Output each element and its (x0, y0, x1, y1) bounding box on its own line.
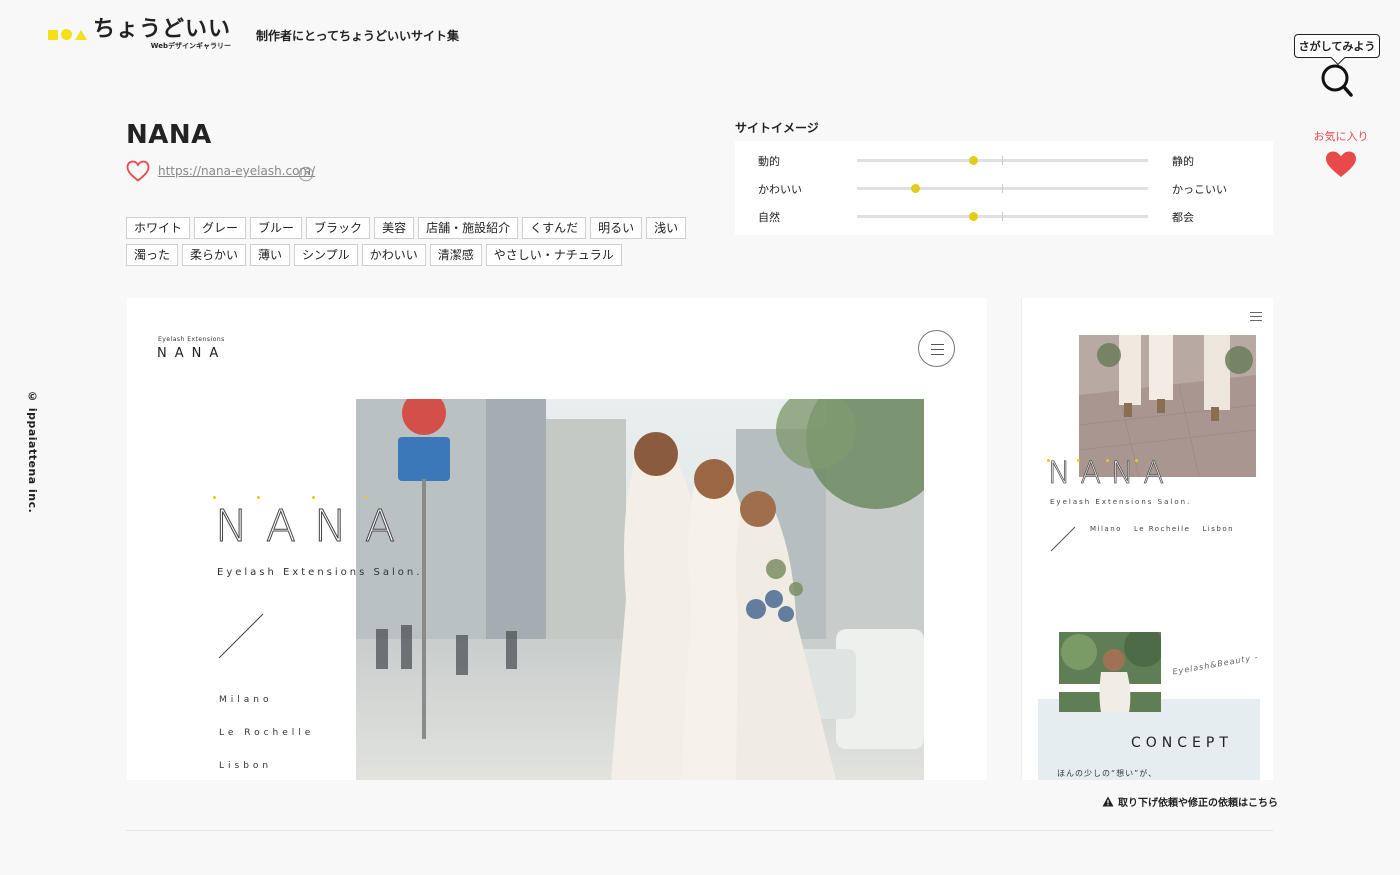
site-title: NANA (126, 120, 212, 150)
copyright-text: © ippaiattena inc. (26, 390, 39, 514)
meter-right-label: 都会 (1172, 211, 1194, 224)
tag[interactable]: ブラック (306, 217, 371, 239)
tag[interactable]: グレー (194, 217, 247, 239)
report-link-text[interactable]: 取り下げ依頼や修正の依頼はこちら (1118, 794, 1278, 809)
mobile-city: Lisbon (1202, 525, 1235, 533)
desktop-preview[interactable]: Eyelash Extensions NANA NANA Eyelash Ext… (127, 298, 987, 780)
preview-brand-small: Eyelash Extensions (158, 336, 225, 343)
mobile-hero-subtitle: Eyelash Extensions Salon. (1050, 498, 1192, 506)
tag[interactable]: 浅い (646, 217, 687, 239)
preview-hero-title: NANA (214, 501, 414, 553)
like-heart-outline-icon[interactable] (126, 160, 150, 182)
meter-track (857, 212, 1148, 221)
divider (126, 830, 1273, 831)
site-url-link[interactable]: https://nana-eyelash.com/ (158, 164, 315, 178)
tag[interactable]: 明るい (590, 217, 643, 239)
mobile-city: Le Rochelle (1133, 525, 1191, 533)
preview-menu-icon (918, 330, 955, 367)
tag[interactable]: ホワイト (126, 217, 191, 239)
mobile-concept-heading: CONCEPT (1131, 735, 1233, 751)
tag[interactable]: 柔らかい (182, 244, 247, 266)
tag[interactable]: 清潔感 (429, 244, 482, 266)
mobile-city: Milano (1090, 525, 1122, 533)
tag[interactable]: 店舗・施設紹介 (418, 217, 519, 239)
mobile-concept-text: ほんの少しの“想い”が、 (1057, 769, 1158, 778)
logo-text: ちょうどいい (93, 17, 232, 42)
tag[interactable]: シンプル (294, 244, 358, 266)
meter-dot (911, 184, 921, 193)
meter-track (857, 156, 1148, 165)
meter-left-label: 自然 (758, 211, 780, 224)
preview-brand: NANA (157, 346, 227, 361)
site-tagline: 制作者にとってちょうどいいサイト集 (256, 29, 460, 43)
decorative-slash (1050, 526, 1076, 552)
tag[interactable]: 薄い (250, 244, 291, 266)
meter-row: 動的 静的 (735, 150, 1273, 170)
decorative-slash (218, 613, 264, 659)
meter-row: 自然 都会 (735, 206, 1273, 226)
report-link[interactable]: 取り下げ依頼や修正の依頼はこちら (1102, 794, 1278, 809)
external-link-icon[interactable] (298, 166, 314, 182)
preview-city: Le Rochelle (219, 728, 315, 738)
logo-subtitle: Webデザインギャラリー (150, 42, 232, 50)
search-icon[interactable] (1320, 63, 1354, 99)
logo-marks-icon (48, 29, 87, 40)
meter-right-label: 静的 (1172, 155, 1194, 168)
warning-icon (1102, 796, 1114, 807)
favorite-heart-icon[interactable] (1325, 150, 1357, 178)
tag[interactable]: 美容 (374, 217, 415, 239)
meter-row: かわいい かっこいい (735, 178, 1273, 198)
mobile-hero-title: NANA (1048, 456, 1174, 492)
meter-dot (969, 156, 979, 165)
preview-city: Milano (219, 695, 273, 705)
preview-hero-photo (356, 399, 924, 780)
preview-city: Lisbon (219, 761, 273, 771)
tag[interactable]: やさしい・ナチュラル (485, 244, 622, 266)
tag-list: ホワイト グレー ブルー ブラック 美容 店舗・施設紹介 くすんだ 明るい 浅い… (126, 217, 706, 266)
meter-right-label: かっこいい (1172, 183, 1227, 196)
site-image-title: サイトイメージ (735, 121, 819, 135)
meter-left-label: かわいい (758, 183, 802, 196)
tag[interactable]: 濁った (126, 244, 179, 266)
meter-left-label: 動的 (758, 155, 780, 168)
mobile-preview[interactable]: NANA Eyelash Extensions Salon. Milano Le… (1021, 298, 1273, 780)
site-logo[interactable]: ちょうどいい Webデザインギャラリー (48, 18, 231, 51)
tag[interactable]: くすんだ (522, 217, 587, 239)
mobile-city-list: Milano Le Rochelle Lisbon (1090, 525, 1234, 533)
favorites-label[interactable]: お気に入り (1306, 128, 1376, 144)
meter-track (857, 184, 1148, 193)
preview-hero-subtitle: Eyelash Extensions Salon. (217, 567, 423, 578)
mobile-concept-photo (1059, 632, 1161, 712)
mobile-script-text: Eyelash&Beauty - (1171, 652, 1260, 677)
tag[interactable]: ブルー (250, 217, 303, 239)
meter-dot (969, 212, 979, 221)
search-bubble[interactable]: さがしてみよう (1294, 34, 1380, 58)
site-image-meter: 動的 静的 かわいい かっこいい 自然 都会 (735, 141, 1273, 235)
tag[interactable]: かわいい (361, 244, 426, 266)
